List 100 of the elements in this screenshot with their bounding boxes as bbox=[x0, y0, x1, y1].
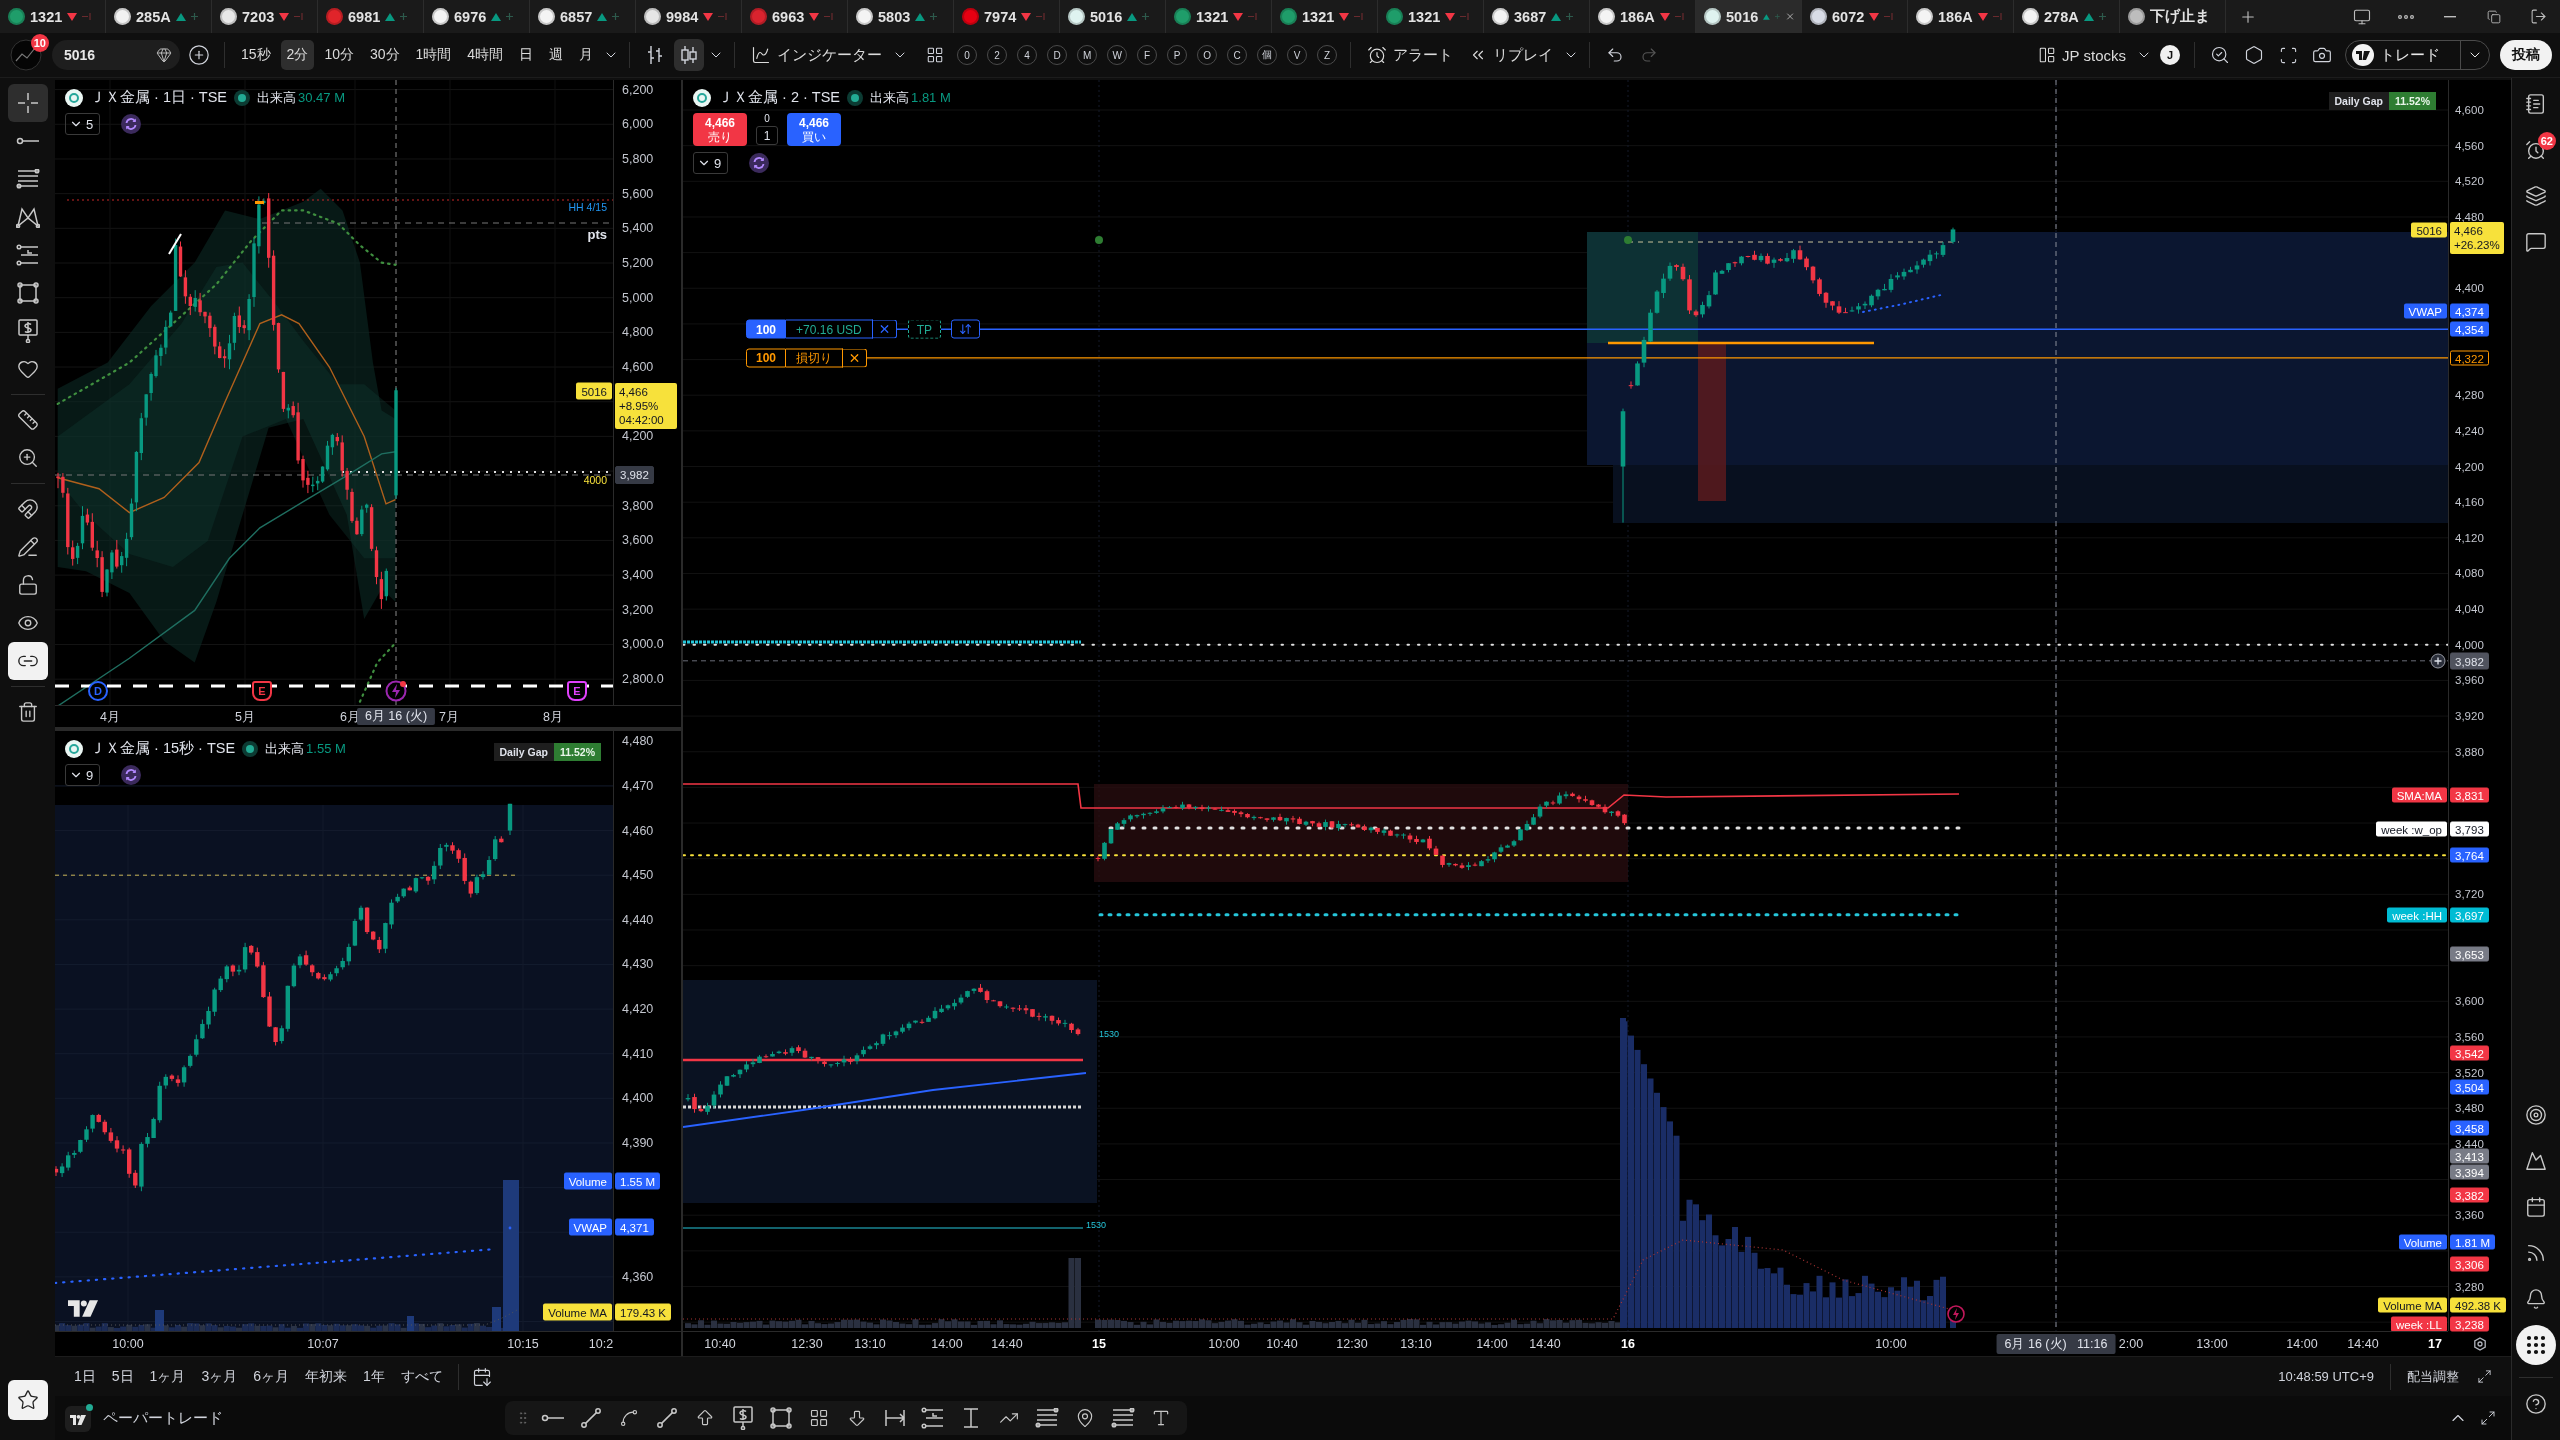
price-label: 3,793 bbox=[2450, 821, 2489, 837]
candles-icon bbox=[679, 44, 700, 66]
price-tick: 3,000.0 bbox=[622, 637, 664, 652]
range-button[interactable]: 1ヶ月 bbox=[142, 1362, 193, 1391]
adjustment-toggle[interactable]: 配当調整 bbox=[2407, 1367, 2459, 1386]
interval-button[interactable]: 1時間 bbox=[409, 40, 458, 70]
price-label: 3,504 bbox=[2450, 1079, 2489, 1095]
price-tick: 4,800 bbox=[622, 325, 654, 340]
price-label: 3,458 bbox=[2450, 1120, 2489, 1136]
interval-button[interactable]: 月 bbox=[573, 40, 600, 70]
price-tick: 4,520 bbox=[2455, 175, 2484, 188]
interval-button[interactable]: 週 bbox=[543, 40, 570, 70]
measure-icon bbox=[961, 1407, 981, 1429]
price-tick: 4,600 bbox=[622, 360, 654, 375]
minus-icon bbox=[1992, 13, 2002, 20]
plus-icon bbox=[1775, 13, 1780, 20]
clock-label: 10:48:59 UTC+9 bbox=[2278, 1369, 2374, 1384]
alarm-clock-icon bbox=[1367, 45, 1388, 65]
time-tick: 13:00 bbox=[2196, 1337, 2228, 1351]
settings-icon[interactable] bbox=[2472, 1336, 2487, 1351]
expand-icon bbox=[2476, 1369, 2492, 1384]
interval-button[interactable]: 2分 bbox=[280, 40, 315, 70]
mountain-icon bbox=[2525, 1150, 2547, 1172]
range-button[interactable]: 1年 bbox=[356, 1362, 392, 1391]
search-icon bbox=[2210, 45, 2230, 65]
publish-button[interactable]: 投稿 bbox=[2500, 40, 2552, 70]
time-tick: 7月 bbox=[439, 708, 459, 725]
fib-lines-icon bbox=[921, 1407, 945, 1429]
interval-button[interactable]: 10分 bbox=[318, 40, 360, 70]
time-tick: 10:00 bbox=[1875, 1337, 1907, 1351]
heart-icon bbox=[16, 358, 39, 380]
indicators-button[interactable]: インジケーター bbox=[745, 39, 889, 71]
crosshair-price-label: 3,982 bbox=[615, 466, 654, 484]
plus-icon bbox=[612, 13, 620, 20]
time-tick: 8月 bbox=[543, 708, 563, 725]
layers-icon bbox=[2525, 185, 2547, 207]
symbol-tab[interactable]: 5016 bbox=[1696, 0, 1802, 33]
time-tick: 14:00 bbox=[2286, 1337, 2318, 1351]
symbol-search-field[interactable]: 5016 bbox=[52, 40, 180, 70]
range-button[interactable]: 5日 bbox=[104, 1362, 141, 1391]
indicator-value-label: 1.55 M bbox=[615, 1172, 661, 1190]
price-tick: 4,410 bbox=[622, 1046, 654, 1061]
price-label: 3,382 bbox=[2450, 1187, 2489, 1203]
time-tick: 14:40 bbox=[991, 1337, 1023, 1351]
alert-button[interactable]: アラート bbox=[1361, 39, 1460, 71]
minus-icon bbox=[718, 13, 728, 20]
range-button[interactable]: 3ヶ月 bbox=[194, 1362, 245, 1391]
time-tick: 16 bbox=[1621, 1337, 1635, 1351]
price-label: 3,394 bbox=[2450, 1164, 2489, 1180]
curve-icon bbox=[619, 1408, 639, 1428]
price-tick: 5,800 bbox=[622, 151, 654, 166]
range-button[interactable]: すべて bbox=[393, 1362, 450, 1391]
price-label: 4,322 bbox=[2450, 350, 2489, 366]
horizontal-lines-icon bbox=[1111, 1408, 1135, 1428]
price-tick: 3,720 bbox=[2455, 888, 2484, 901]
plus-icon bbox=[506, 13, 514, 20]
interval-button[interactable]: 30分 bbox=[363, 40, 406, 70]
range-button[interactable]: 6ヶ月 bbox=[246, 1362, 296, 1391]
zoom-in-icon bbox=[16, 447, 39, 469]
alarm-button[interactable]: 62 bbox=[2516, 130, 2556, 170]
price-tick: 3,560 bbox=[2455, 1030, 2484, 1043]
magnet-icon bbox=[16, 498, 39, 520]
price-tick: 4,240 bbox=[2455, 424, 2484, 437]
minimize-icon bbox=[2444, 15, 2456, 18]
star-button[interactable] bbox=[7, 1380, 48, 1420]
layout-button[interactable]: JP stocks bbox=[2032, 39, 2132, 71]
replay-button[interactable]: リプレイ bbox=[1463, 39, 1560, 71]
interval-button[interactable]: 4時間 bbox=[461, 40, 510, 70]
price-tick: 4,040 bbox=[2455, 603, 2484, 616]
logo-icon bbox=[2352, 44, 2374, 66]
time-tick: 14:00 bbox=[931, 1337, 963, 1351]
interval-button[interactable]: 日 bbox=[513, 40, 540, 70]
price-label: 3,238 bbox=[2450, 1316, 2489, 1332]
range-icon bbox=[884, 1408, 906, 1428]
time-tick: 14:40 bbox=[1529, 1337, 1561, 1351]
signal-icon bbox=[2525, 1242, 2547, 1264]
user-avatar[interactable]: J bbox=[2160, 45, 2180, 65]
range-button[interactable]: 1日 bbox=[67, 1362, 103, 1391]
interval-button[interactable]: 15秒 bbox=[235, 40, 277, 70]
minus-icon bbox=[82, 13, 92, 20]
minus-icon bbox=[824, 13, 834, 20]
price-tick: 4,120 bbox=[2455, 531, 2484, 544]
crosshair-button[interactable] bbox=[7, 84, 48, 122]
redo-icon bbox=[1640, 46, 1659, 64]
link-button[interactable] bbox=[7, 642, 48, 680]
chart-style-button[interactable] bbox=[674, 39, 705, 71]
range-button[interactable]: 年初来 bbox=[298, 1362, 354, 1391]
price-tick: 4,560 bbox=[2455, 139, 2484, 152]
time-tick: 12:30 bbox=[1336, 1337, 1368, 1351]
price-tick: 4,420 bbox=[622, 1002, 654, 1017]
minus-icon bbox=[1460, 13, 1470, 20]
unlock-icon bbox=[16, 574, 39, 596]
pattern-icon bbox=[15, 206, 40, 228]
camera-icon bbox=[2312, 45, 2332, 65]
price-label: 3,413 bbox=[2450, 1148, 2489, 1164]
price-tick: 4,430 bbox=[622, 957, 654, 972]
notification-badge: 10 bbox=[30, 34, 49, 52]
target-icon bbox=[2525, 1104, 2547, 1126]
dots-grid-button[interactable] bbox=[2516, 1325, 2556, 1365]
rectangle-icon bbox=[770, 1407, 792, 1429]
